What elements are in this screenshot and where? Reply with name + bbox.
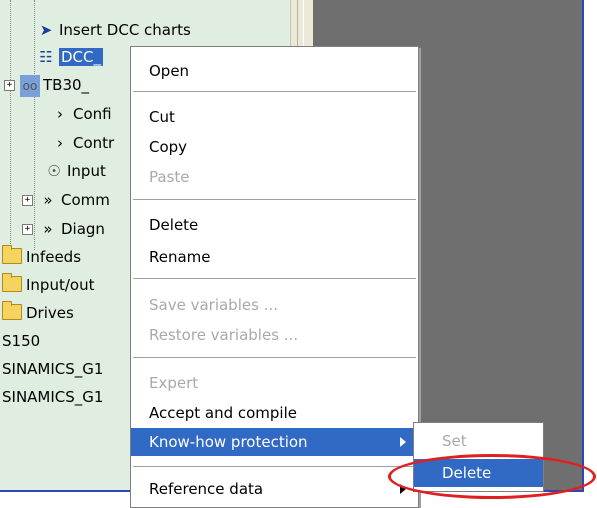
menu-item-cut[interactable]: Cut <box>131 103 418 131</box>
menu-separator <box>133 199 416 200</box>
menu-item-open[interactable]: Open <box>131 57 418 85</box>
menu-item-restore-variables: Restore variables ... <box>149 326 299 344</box>
menu-separator <box>133 91 416 92</box>
chevron-right-icon: › <box>57 105 63 123</box>
menu-item-copy[interactable]: Copy <box>131 133 418 161</box>
context-menu: Open Cut Copy Paste Delete Rename Save v… <box>130 46 419 508</box>
double-chevron-icon: » <box>43 220 53 238</box>
expand-icon[interactable]: + <box>4 80 15 91</box>
menu-item-save-variables: Save variables ... <box>149 296 278 314</box>
expand-icon[interactable]: + <box>22 195 33 206</box>
menu-item-reference-data[interactable]: Reference data <box>131 475 418 503</box>
submenu-item-set: Set <box>442 432 467 450</box>
tree-item-infeeds[interactable]: Infeeds <box>2 245 81 268</box>
tree-item-drives[interactable]: Drives <box>2 301 74 324</box>
menu-item-accept-compile[interactable]: Accept and compile <box>131 399 418 427</box>
menu-item-expert: Expert <box>149 374 199 392</box>
tree-item-insert-dcc-charts[interactable]: ➤ Insert DCC charts <box>36 19 191 41</box>
tree-item-input-output[interactable]: Input/out <box>2 273 94 296</box>
menu-separator <box>133 466 416 467</box>
tree-item-input[interactable]: ☉ Input <box>44 160 106 182</box>
tree-item-dcc[interactable]: ☷ DCC_ <box>36 46 103 68</box>
menu-item-delete[interactable]: Delete <box>131 211 418 239</box>
module-icon: oo <box>20 75 40 97</box>
tree-item-tb30[interactable]: + oo TB30_ <box>4 74 89 97</box>
tree-item-sinamics-g1a[interactable]: SINAMICS_G1 <box>2 358 103 380</box>
submenu-arrow-icon <box>400 437 406 447</box>
insert-chart-icon: ➤ <box>39 21 53 39</box>
expand-icon[interactable]: + <box>22 224 33 235</box>
menu-separator <box>133 357 416 358</box>
menu-item-paste: Paste <box>149 168 190 186</box>
folder-icon <box>2 245 22 264</box>
tree-guide-line-outer <box>10 0 11 250</box>
menu-item-rename[interactable]: Rename <box>131 243 418 271</box>
tree-guide-line <box>34 0 35 250</box>
menu-item-know-how-protection[interactable]: Know-how protection <box>131 428 418 456</box>
tree-item-sinamics-g1b[interactable]: SINAMICS_G1 <box>2 386 103 408</box>
chevron-right-icon: › <box>57 134 63 152</box>
tree-item-confi[interactable]: › Confi <box>50 103 112 125</box>
tree-item-s150[interactable]: S150 <box>2 330 40 352</box>
tree-item-comm[interactable]: + » Comm <box>22 189 110 211</box>
folder-icon <box>2 301 22 320</box>
menu-separator <box>133 278 416 279</box>
dcc-chart-icon: ☷ <box>39 48 53 66</box>
input-plug-icon: ☉ <box>47 162 61 180</box>
double-chevron-icon: » <box>43 191 53 209</box>
tree-item-contr[interactable]: › Contr <box>50 132 114 154</box>
folder-icon <box>2 273 22 292</box>
tree-item-diagn[interactable]: + » Diagn <box>22 218 105 240</box>
annotation-ring <box>388 454 596 499</box>
